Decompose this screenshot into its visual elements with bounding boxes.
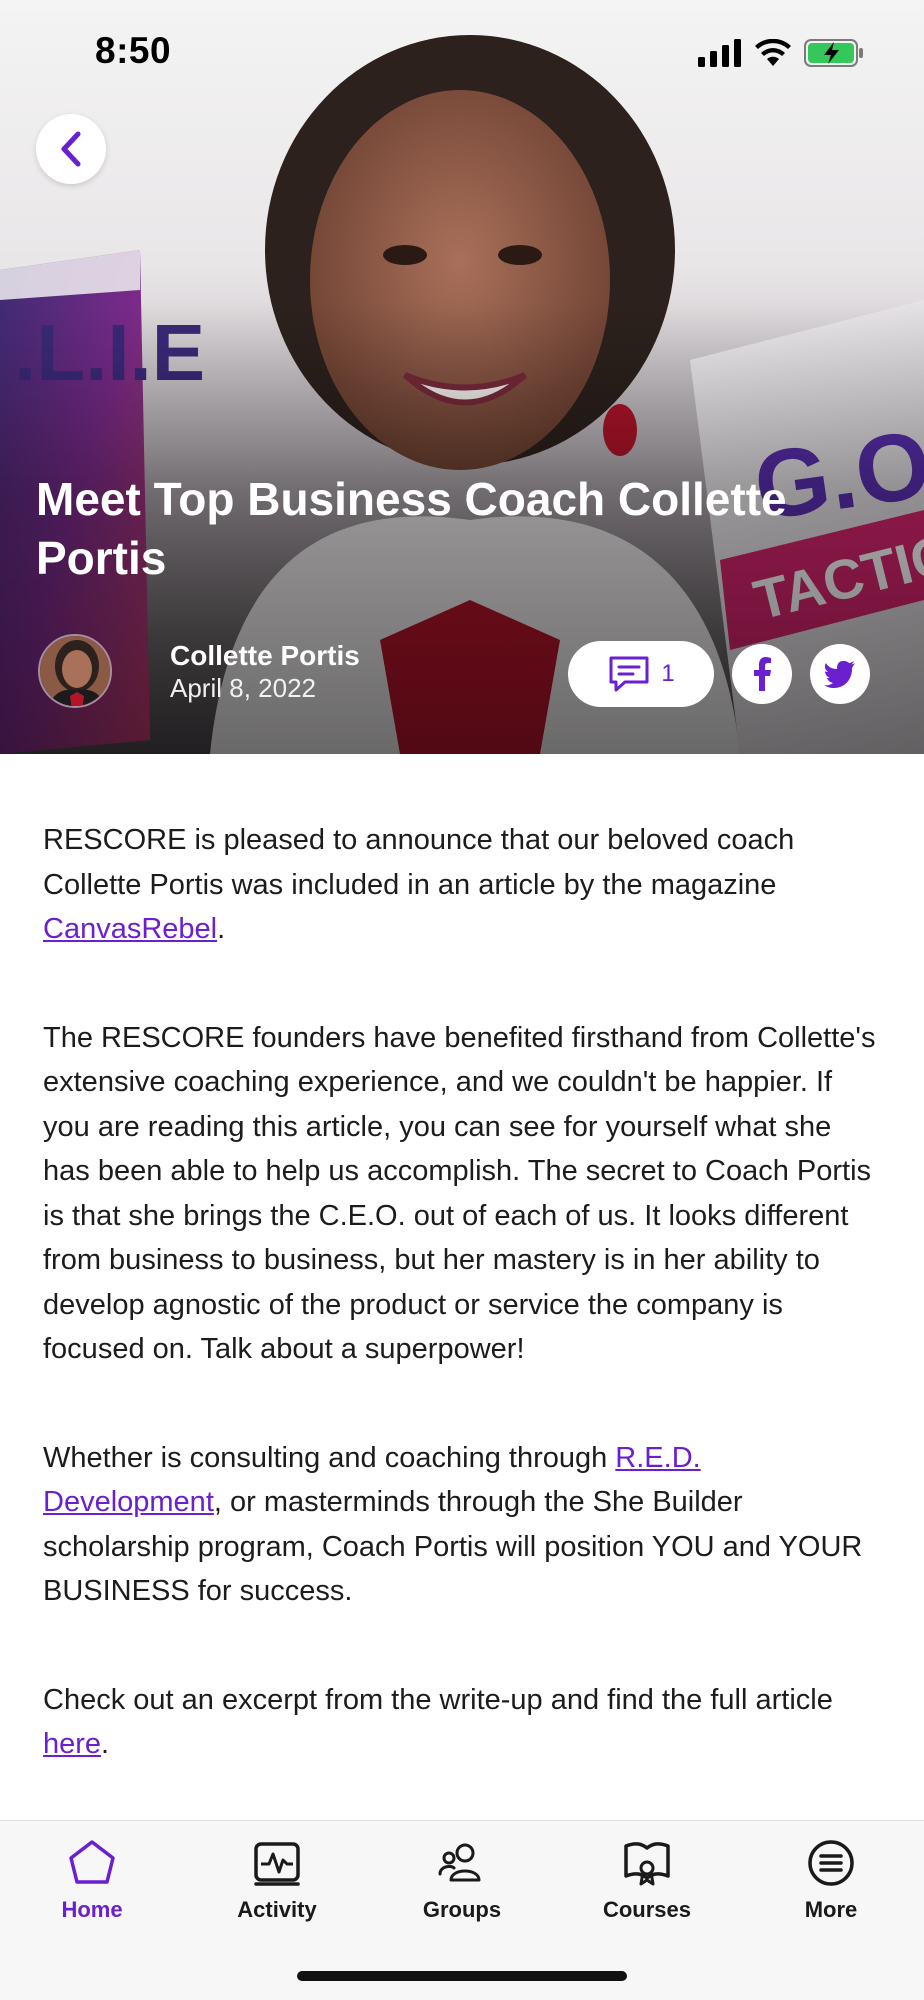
paragraph-1: RESCORE is pleased to announce that our … [43, 818, 885, 952]
avatar[interactable] [38, 634, 112, 708]
article-body: RESCORE is pleased to announce that our … [43, 818, 885, 1831]
comments-button[interactable]: 1 [568, 641, 714, 707]
activity-icon [249, 1835, 305, 1891]
hero-banner: .L.I.E G.O TACTICA 8:50 [0, 0, 924, 754]
author-photo [40, 636, 110, 706]
share-twitter-button[interactable] [810, 644, 870, 704]
battery-icon [804, 39, 863, 67]
home-icon [64, 1835, 120, 1891]
status-time: 8:50 [95, 30, 172, 71]
article-title: Meet Top Business Coach Collette Portis [36, 473, 787, 584]
chevron-left-icon [61, 131, 81, 167]
author-name[interactable]: Collette Portis [170, 639, 360, 673]
tab-label: Courses [602, 1897, 692, 1922]
paragraph-4: Check out an excerpt from the write-up a… [43, 1678, 885, 1767]
canvasrebel-link[interactable]: CanvasRebel [43, 913, 217, 945]
tab-more[interactable]: More [761, 1835, 901, 1923]
paragraph-3: Whether is consulting and coaching throu… [43, 1436, 885, 1614]
tab-courses[interactable]: Courses [577, 1835, 717, 1923]
tab-bar: Home Activity Groups Courses More [0, 1820, 924, 2000]
paragraph-2: The RESCORE founders have benefited firs… [43, 1021, 876, 1366]
signal-icon [698, 39, 741, 67]
here-link[interactable]: here [43, 1728, 101, 1760]
twitter-icon [824, 661, 855, 688]
paragraph-text: RESCORE is pleased to announce that our … [43, 824, 795, 901]
paragraph-text: . [101, 1728, 110, 1760]
facebook-icon [754, 657, 771, 691]
paragraph-text: . [217, 913, 226, 945]
paragraph-text: Whether is consulting and coaching throu… [43, 1441, 616, 1474]
wifi-icon [755, 39, 791, 66]
article-actions: 1 [568, 641, 870, 707]
groups-icon [434, 1835, 490, 1891]
comment-count: 1 [661, 660, 675, 687]
home-indicator [297, 1971, 627, 1981]
tab-label: Home [61, 1897, 123, 1922]
publish-date: April 8, 2022 [170, 673, 316, 703]
tab-home[interactable]: Home [22, 1835, 162, 1923]
status-icons [698, 36, 864, 70]
comment-icon [609, 656, 649, 692]
tab-label: Activity [237, 1897, 317, 1922]
tab-activity[interactable]: Activity [207, 1835, 347, 1923]
status-bar: 8:50 [0, 0, 924, 104]
back-button[interactable] [36, 114, 106, 184]
paragraph-text: Check out an excerpt from the write-up a… [43, 1683, 833, 1716]
share-facebook-button[interactable] [732, 644, 792, 704]
tab-label: Groups [422, 1897, 502, 1922]
author-block: Collette Portis April 8, 2022 [38, 634, 360, 708]
courses-icon [619, 1835, 675, 1891]
author-info: Collette Portis April 8, 2022 [170, 639, 360, 703]
tab-label: More [804, 1897, 858, 1922]
more-icon [803, 1835, 859, 1891]
tab-groups[interactable]: Groups [392, 1835, 532, 1923]
